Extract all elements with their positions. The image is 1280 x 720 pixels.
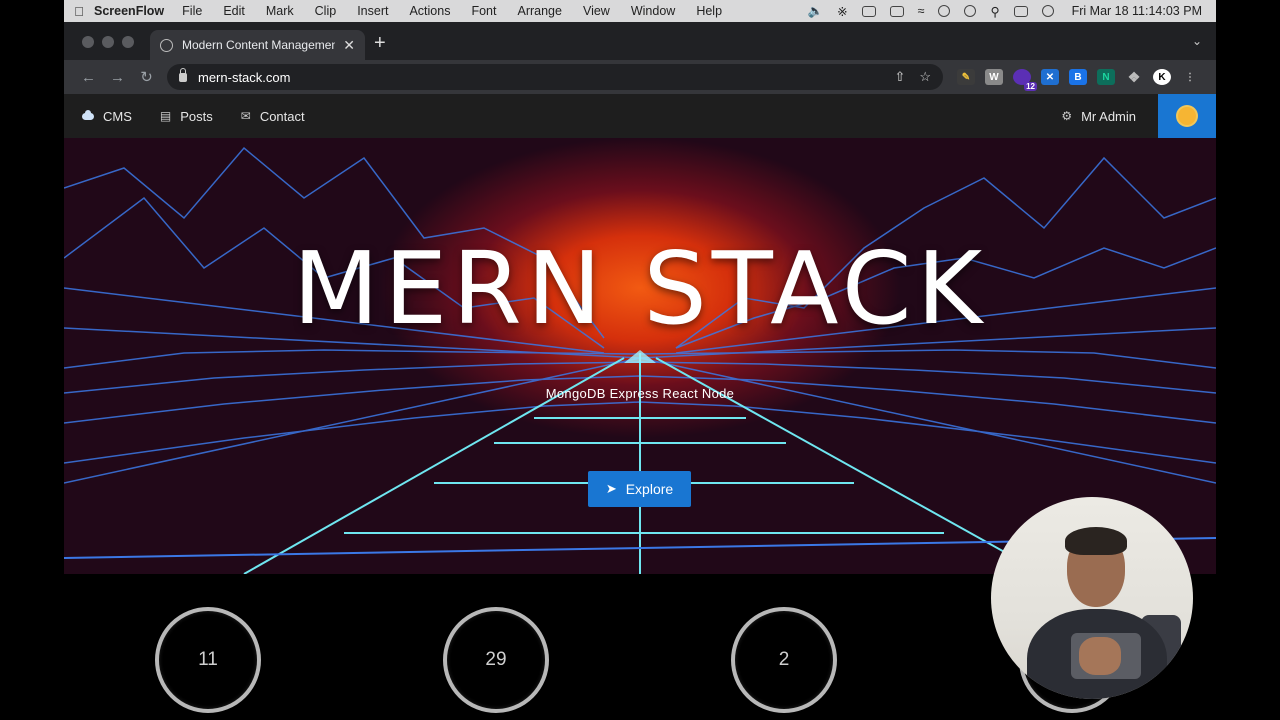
presenter-hair <box>1065 527 1127 555</box>
sun-icon <box>1178 107 1196 125</box>
lock-icon[interactable] <box>179 67 187 82</box>
extension-bar: ✎ W 12 ✕ B N ❖ K ⋮ <box>957 69 1199 91</box>
stat-counter: 2 <box>731 607 837 713</box>
reload-icon[interactable]: ↻ <box>132 68 161 86</box>
address-bar-url[interactable]: mern-stack.com <box>198 70 880 85</box>
k-profile-icon[interactable]: K <box>1153 69 1171 85</box>
hero-subtitle: MongoDB Express React Node <box>545 386 735 401</box>
cloud-icon <box>82 109 94 120</box>
pen-extension-icon[interactable]: ✎ <box>957 69 975 85</box>
spotlight-search-icon[interactable]: ⚲ <box>990 4 999 19</box>
theme-toggle-button[interactable] <box>1158 94 1216 138</box>
nav-user-label: Mr Admin <box>1081 108 1136 124</box>
bluetooth-icon[interactable]: ※ <box>837 4 847 19</box>
tab-strip: Modern Content Management ✕ + ⌄ <box>64 22 1216 60</box>
user-icon[interactable] <box>938 5 951 17</box>
close-window-button[interactable] <box>82 36 94 48</box>
nav-posts[interactable]: ▤ Posts <box>146 94 227 138</box>
wifi-icon[interactable]: ≈ <box>918 4 925 18</box>
envelope-icon: ✉ <box>240 109 251 123</box>
explore-button-label: Explore <box>625 481 674 497</box>
nav-right-group: ⚙ Mr Admin <box>1043 94 1216 138</box>
share-icon[interactable]: ⇧ <box>894 69 905 85</box>
forward-arrow-icon[interactable]: → <box>103 69 132 86</box>
extension-badge-count: 12 <box>1024 82 1037 91</box>
menu-clock[interactable]: Fri Mar 18 11:14:03 PM <box>1072 4 1202 18</box>
menu-window[interactable]: Window <box>631 4 675 18</box>
x-extension-icon[interactable]: ✕ <box>1041 69 1059 85</box>
browser-window-chrome: Modern Content Management ✕ + ⌄ ← → ↻ me… <box>64 22 1216 94</box>
siri-icon[interactable] <box>1041 5 1054 17</box>
control-center-icon[interactable] <box>1013 5 1028 17</box>
nav-brand[interactable]: CMS <box>64 94 146 138</box>
close-tab-icon[interactable]: ✕ <box>343 37 355 54</box>
stat-counter: 29 <box>443 607 549 713</box>
gear-icon: ⚙ <box>1061 109 1073 123</box>
stat-counter: 11 <box>155 607 261 713</box>
browser-tab-active[interactable]: Modern Content Management ✕ <box>150 30 365 60</box>
menu-font[interactable]: Font <box>471 4 496 18</box>
time-machine-icon[interactable] <box>964 5 977 17</box>
presenter-webcam-overlay <box>991 497 1193 699</box>
menu-arrange[interactable]: Arrange <box>517 4 561 18</box>
menu-help[interactable]: Help <box>696 4 722 18</box>
n-extension-icon[interactable]: N <box>1097 69 1115 85</box>
nav-user-menu[interactable]: ⚙ Mr Admin <box>1043 94 1158 138</box>
apple-menu-icon[interactable]:  <box>64 4 94 19</box>
address-bar[interactable]: mern-stack.com ⇧ ☆ <box>167 64 943 90</box>
document-icon: ▤ <box>159 109 172 123</box>
menu-status-area: 🔈 ※ ≈ ⚲ Fri Mar 18 11:14:03 PM <box>808 4 1216 19</box>
tab-title: Modern Content Management <box>182 38 336 52</box>
minimize-window-button[interactable] <box>102 36 114 48</box>
back-arrow-icon[interactable]: ← <box>74 69 103 86</box>
menu-clip[interactable]: Clip <box>315 4 337 18</box>
stat-value: 29 <box>485 649 507 670</box>
menu-edit[interactable]: Edit <box>223 4 245 18</box>
menu-app-name[interactable]: ScreenFlow <box>94 4 164 18</box>
menu-view[interactable]: View <box>583 4 610 18</box>
hero-title: MERN STACK <box>292 230 988 347</box>
menu-actions[interactable]: Actions <box>409 4 450 18</box>
more-menu-icon[interactable]: ⋮ <box>1181 69 1199 85</box>
browser-toolbar: ← → ↻ mern-stack.com ⇧ ☆ ✎ W 12 ✕ B N ❖ … <box>64 60 1216 94</box>
bookmark-star-icon[interactable]: ☆ <box>919 69 931 85</box>
display-icon[interactable] <box>889 5 904 17</box>
nav-posts-label: Posts <box>180 108 213 124</box>
macos-menu-bar:  ScreenFlow File Edit Mark Clip Insert … <box>64 0 1216 22</box>
menu-mark[interactable]: Mark <box>266 4 294 18</box>
stat-value: 2 <box>778 649 790 670</box>
app-navbar: CMS ▤ Posts ✉ Contact ⚙ Mr Admin <box>64 94 1216 138</box>
stat-value: 11 <box>198 649 218 670</box>
nav-contact[interactable]: ✉ Contact <box>227 94 319 138</box>
menu-file[interactable]: File <box>182 4 202 18</box>
explore-button[interactable]: ➤ Explore <box>588 471 691 507</box>
nav-brand-label: CMS <box>103 108 132 124</box>
badge-extension-icon[interactable]: 12 <box>1013 69 1037 91</box>
globe-icon <box>160 38 173 52</box>
new-tab-button[interactable]: + <box>374 32 386 55</box>
horizon-glow-shape <box>624 350 656 363</box>
presenter-hands <box>1079 637 1121 675</box>
b-extension-icon[interactable]: B <box>1069 69 1087 85</box>
screen:  ScreenFlow File Edit Mark Clip Insert … <box>0 0 1280 720</box>
volume-icon[interactable]: 🔈 <box>808 4 824 19</box>
window-controls <box>82 36 134 48</box>
w-extension-icon[interactable]: W <box>985 69 1003 85</box>
nav-contact-label: Contact <box>259 108 305 124</box>
puzzle-extensions-icon[interactable]: ❖ <box>1125 69 1143 85</box>
chevron-down-icon[interactable]: ⌄ <box>1192 34 1202 48</box>
zoom-window-button[interactable] <box>122 36 134 48</box>
battery-icon[interactable] <box>861 5 876 17</box>
menu-insert[interactable]: Insert <box>357 4 388 18</box>
paper-plane-icon: ➤ <box>605 481 617 496</box>
